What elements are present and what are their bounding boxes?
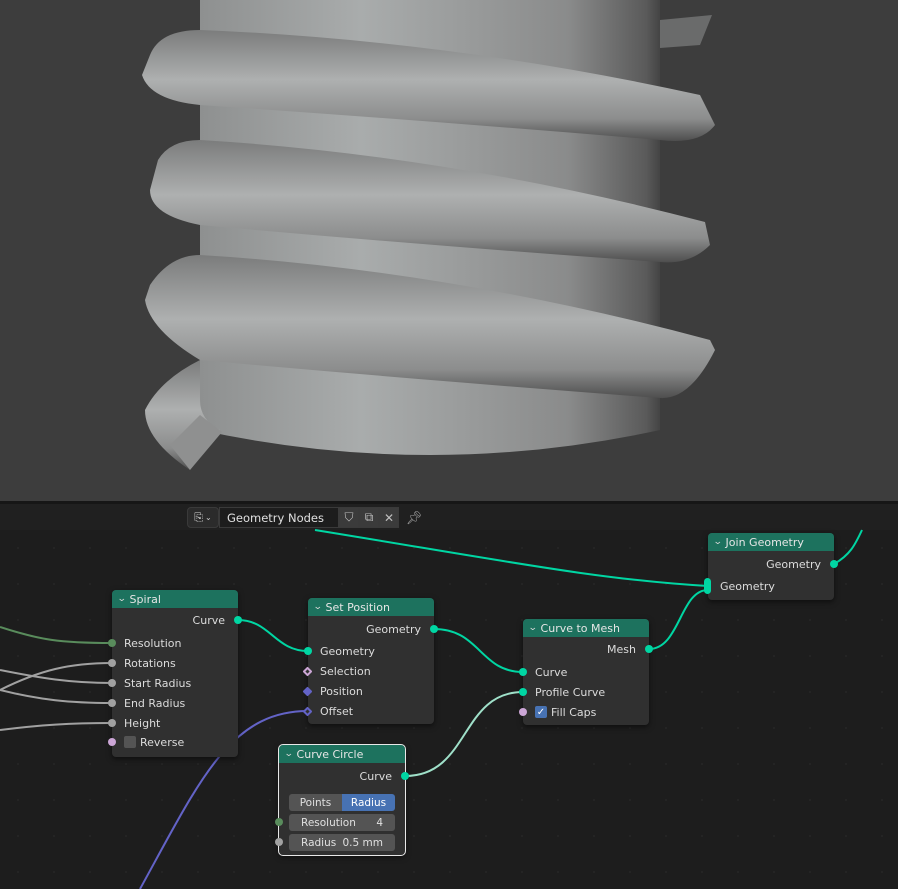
socket-geometry-in[interactable] [304,647,312,655]
socket-profile-curve[interactable] [519,688,527,696]
input-profile-curve: Profile Curve [519,682,649,702]
input-height: Height [108,713,238,733]
node-curve-to-mesh[interactable]: ⌄ Curve to Mesh Mesh Curve Profile Curve… [519,619,653,725]
input-rotations: Rotations [108,653,238,673]
socket-curve-in[interactable] [519,668,527,676]
chevron-down-icon[interactable]: ⌄ [528,623,538,633]
input-start-radius: Start Radius [108,673,238,693]
input-resolution: Resolution [108,633,238,653]
output-mesh: Mesh [523,639,653,659]
pin-button[interactable]: 📌︎ [404,509,424,527]
node-curve-circle[interactable]: ⌄ Curve Circle Curve Points Radius Resol… [275,744,409,856]
node-editor-icon: ⎘ [194,510,204,524]
radius-field[interactable]: Radius 0.5 mm [289,834,395,851]
input-reverse: Reverse [108,732,238,752]
fake-user-button[interactable]: ⛉ [339,507,359,528]
chevron-down-icon[interactable]: ⌄ [313,602,323,612]
socket-fill-caps[interactable] [519,708,527,716]
output-geometry: Geometry [708,554,838,574]
checkmark-icon: ✓ [536,706,546,718]
node-spiral[interactable]: ⌄ Spiral Curve Resolution Rotations Star… [108,590,242,757]
socket-rotations[interactable] [108,659,116,667]
node-title[interactable]: ⌄ Curve to Mesh [523,619,649,637]
chevron-down-icon[interactable]: ⌄ [117,594,127,604]
node-title[interactable]: ⌄ Curve Circle [279,745,405,763]
input-geometry: Geometry [704,576,834,596]
socket-height[interactable] [108,719,116,727]
socket-curve-out[interactable] [234,616,242,624]
socket-geometry-out[interactable] [830,560,838,568]
output-geometry: Geometry [308,619,438,639]
node-join-geometry[interactable]: ⌄ Join Geometry Geometry Geometry [704,533,838,600]
socket-resolution[interactable] [108,639,116,647]
socket-end-radius[interactable] [108,699,116,707]
socket-mesh-out[interactable] [645,645,653,653]
socket-geometry-multi-input[interactable] [704,578,711,594]
socket-resolution[interactable] [275,818,283,826]
socket-start-radius[interactable] [108,679,116,687]
output-curve: Curve [112,610,242,630]
socket-reverse[interactable] [108,738,116,746]
duplicate-icon: ⧉ [364,510,374,524]
socket-geometry-out[interactable] [430,625,438,633]
mode-points-button[interactable]: Points [289,794,342,811]
shield-icon: ⛉ [344,510,354,524]
unlink-button[interactable]: ✕ [379,507,399,528]
node-set-position[interactable]: ⌄ Set Position Geometry Geometry Selecti… [302,598,438,724]
socket-radius[interactable] [275,838,283,846]
pin-icon: 📌︎ [405,510,423,526]
editor-type-selector[interactable]: ⎘ ⌄ [187,507,219,528]
input-offset: Offset [302,701,434,721]
node-tree-name-field[interactable]: Geometry Nodes [219,507,339,528]
fill-caps-checkbox[interactable]: ✓ [535,706,547,718]
3d-viewport[interactable] [0,0,898,501]
resolution-field[interactable]: Resolution 4 [289,814,395,831]
chevron-down-icon[interactable]: ⌄ [284,749,294,759]
spiral-cylinder-render [142,0,715,470]
node-title[interactable]: ⌄ Join Geometry [708,533,834,551]
socket-curve-out[interactable] [401,772,409,780]
input-geometry: Geometry [304,641,434,661]
input-position: Position [302,681,434,701]
mode-selector: Points Radius [289,794,395,811]
node-title[interactable]: ⌄ Spiral [112,590,238,608]
mode-radius-button[interactable]: Radius [342,794,395,811]
chevron-down-icon: ⌄ [205,513,212,522]
duplicate-button[interactable]: ⧉ [359,507,379,528]
node-title[interactable]: ⌄ Set Position [308,598,434,616]
chevron-down-icon[interactable]: ⌄ [713,537,723,547]
reverse-checkbox[interactable] [124,736,136,748]
output-curve: Curve [279,766,409,786]
input-curve: Curve [519,662,649,682]
node-editor-header [0,504,898,530]
input-selection: Selection [302,661,434,681]
input-end-radius: End Radius [108,693,238,713]
close-icon: ✕ [383,510,395,525]
input-fill-caps: ✓ Fill Caps [519,702,649,722]
